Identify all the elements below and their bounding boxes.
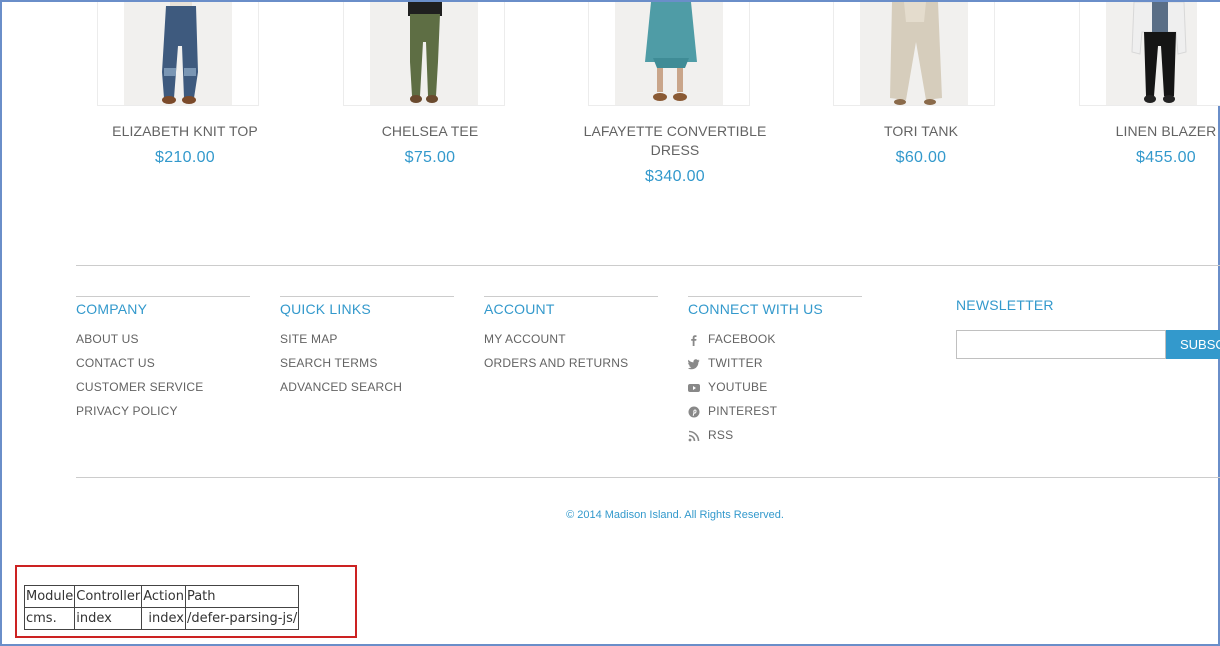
table-header-cell: Module [23,585,76,608]
social-link-label[interactable]: TWITTER [708,356,763,370]
product-name-link[interactable]: TORI TANK [821,122,1021,141]
rss-icon [688,430,700,442]
footer-link-search-terms[interactable]: SEARCH TERMS [280,356,378,370]
product-name-link[interactable]: ELIZABETH KNIT TOP [85,122,285,141]
footer-column-title: QUICK LINKS [280,301,371,317]
footer-link-advanced-search[interactable]: ADVANCED SEARCH [280,380,402,394]
table-header-cell: Path [184,585,300,608]
product-name-link[interactable]: LINEN BLAZER [1066,122,1220,141]
footer-link-orders-and-returns[interactable]: ORDERS AND RETURNS [484,356,628,370]
table-cell: cms. [23,607,76,630]
copyright-text: © 2014 Madison Island. All Rights Reserv… [566,509,784,521]
debug-route-table: Module Controller Action Path cms. index… [23,585,300,630]
table-header-cell: Controller [74,585,143,608]
facebook-icon [691,335,697,346]
table-header-row: Module Controller Action Path [23,585,300,608]
newsletter-title: NEWSLETTER [956,297,1054,313]
product-photo [408,2,442,103]
product-price: $210.00 [155,149,215,166]
footer-top-divider [76,265,1220,266]
table-cell: /defer-parsing-js/ [184,607,300,630]
social-link-label[interactable]: RSS [708,428,733,442]
column-divider [280,296,454,297]
product-image-tori-tank[interactable] [833,2,995,106]
column-divider [688,296,862,297]
footer-link-about-us[interactable]: ABOUT US [76,332,139,346]
social-link-label[interactable]: FACEBOOK [708,332,776,346]
footer-column-title: CONNECT WITH US [688,301,823,317]
footer-bottom-divider [76,477,1220,478]
footer-link-privacy-policy[interactable]: PRIVACY POLICY [76,404,178,418]
pinterest-icon [688,406,700,418]
product-image-chelsea-tee[interactable] [343,2,505,106]
subscribe-button[interactable]: SUBSCRIBE [1166,330,1220,359]
twitter-icon [688,359,700,370]
footer-column-title: ACCOUNT [484,301,555,317]
column-divider [76,296,250,297]
newsletter-email-input[interactable] [956,330,1166,359]
product-name-link[interactable]: LAFAYETTE CONVERTIBLE DRESS [575,122,775,160]
youtube-icon [688,384,700,392]
product-photo [162,2,198,104]
footer-link-contact-us[interactable]: CONTACT US [76,356,155,370]
product-name-link[interactable]: CHELSEA TEE [330,122,530,141]
product-price: $75.00 [404,149,456,166]
product-price: $60.00 [895,149,947,166]
footer-link-my-account[interactable]: MY ACCOUNT [484,332,566,346]
social-link-label[interactable]: PINTEREST [708,404,777,418]
product-photo [890,2,942,105]
product-image-lafayette-convertible-dress[interactable] [588,2,750,106]
table-cell: index [141,607,186,630]
footer-column-title: COMPANY [76,301,148,317]
product-price: $340.00 [645,168,705,185]
product-photo [1131,2,1187,103]
product-price: $455.00 [1136,149,1196,166]
footer-link-site-map[interactable]: SITE MAP [280,332,338,346]
table-header-cell: Action [141,585,186,608]
product-image-linen-blazer[interactable] [1079,2,1220,106]
table-row: cms. index index /defer-parsing-js/ [23,607,300,630]
table-cell: index [74,607,143,630]
product-image-elizabeth-knit-top[interactable] [97,2,259,106]
column-divider [484,296,658,297]
footer-link-customer-service[interactable]: CUSTOMER SERVICE [76,380,203,394]
product-photo [645,2,697,101]
social-link-label[interactable]: YOUTUBE [708,380,767,394]
